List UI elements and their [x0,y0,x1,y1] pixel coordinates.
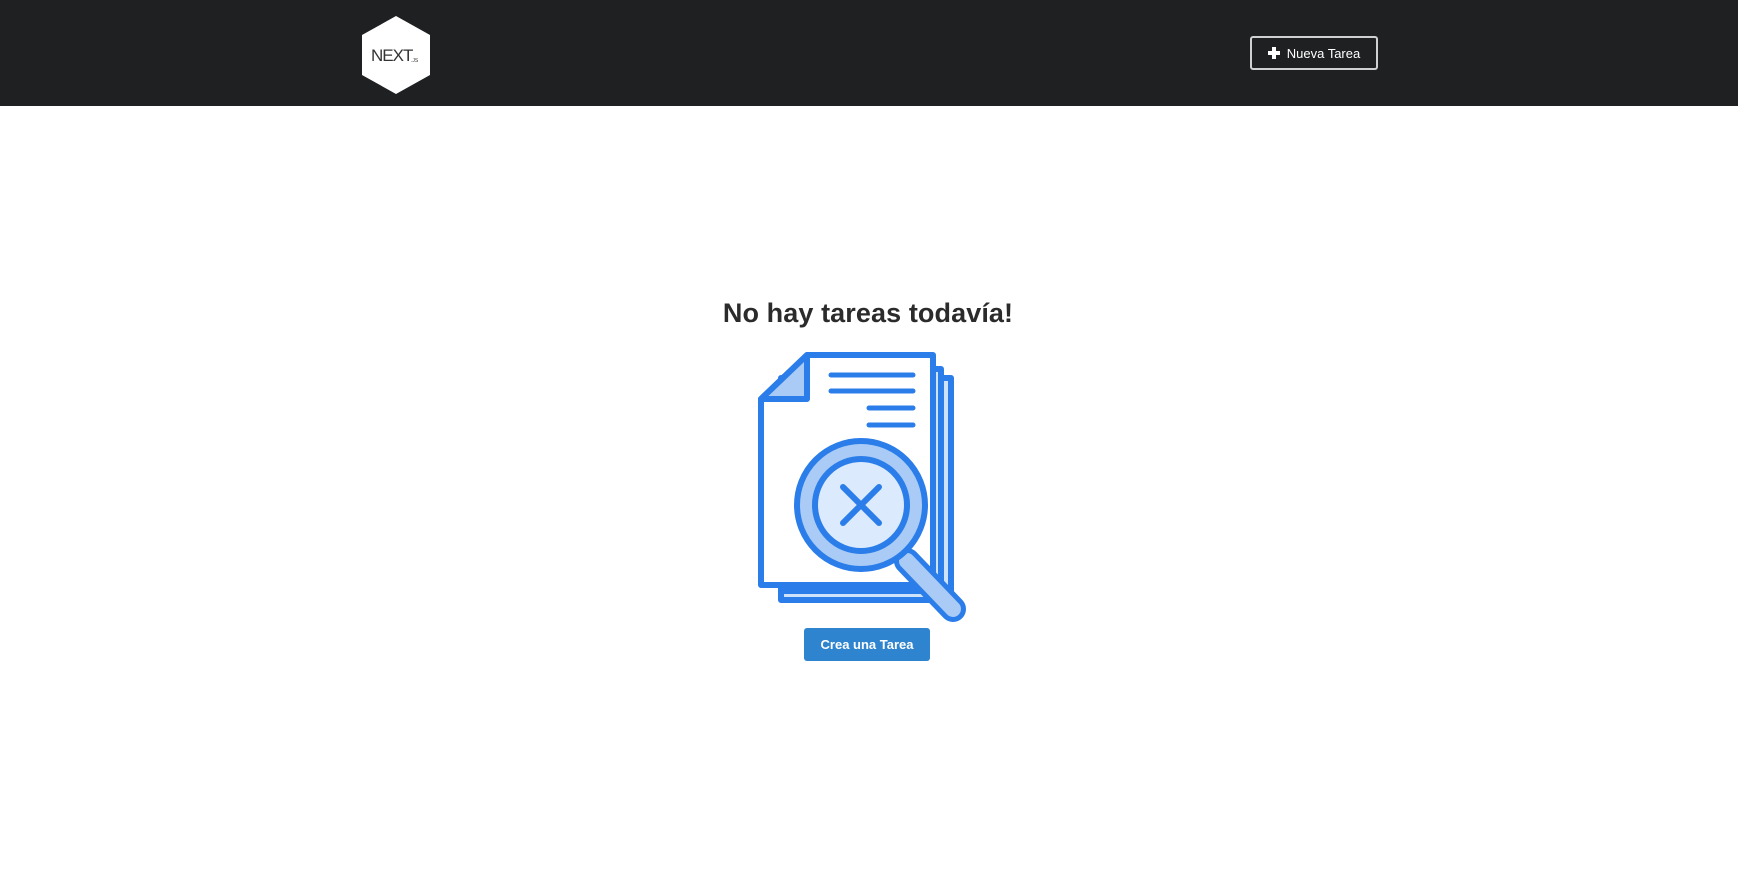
nextjs-logo[interactable]: NEXT .JS [361,15,431,95]
new-task-button[interactable]: Nueva Tarea [1250,36,1378,70]
create-task-button[interactable]: Crea una Tarea [804,628,930,661]
logo-suffix: .JS [411,58,419,64]
hexagon-logo-icon: NEXT .JS [362,16,430,94]
new-task-label: Nueva Tarea [1286,45,1361,61]
plus-icon [1267,47,1280,59]
document-search-not-found-icon [757,351,979,625]
empty-state-title: No hay tareas todavía! [722,298,1014,328]
top-navbar: NEXT .JS Nueva Tarea [0,0,1738,106]
logo-wordmark: NEXT [371,46,413,65]
